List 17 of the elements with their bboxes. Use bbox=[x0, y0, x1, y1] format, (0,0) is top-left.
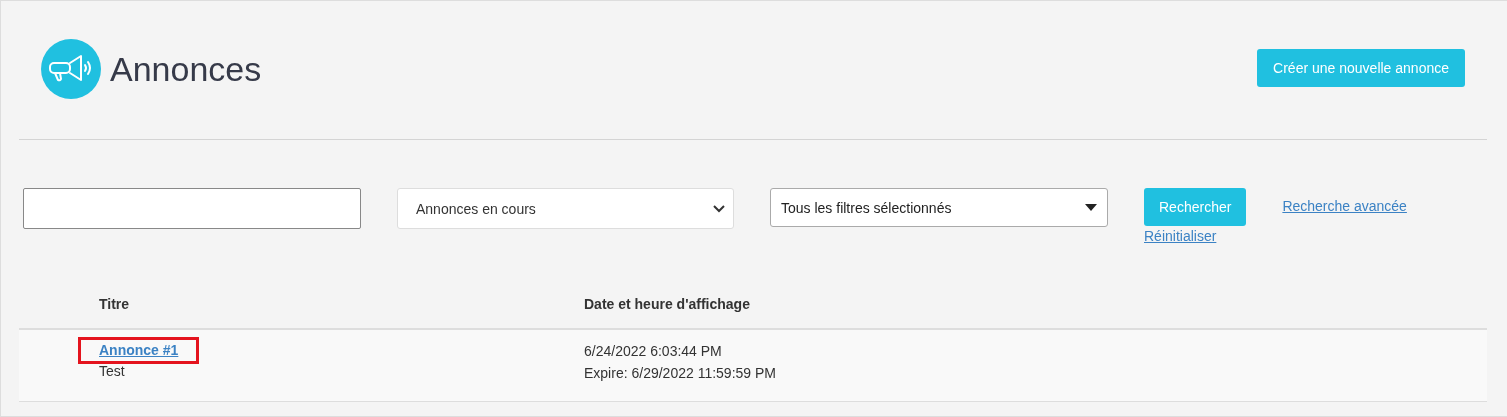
search-field[interactable] bbox=[23, 188, 361, 229]
column-header: Date et heure d'affichage bbox=[584, 296, 751, 312]
create-announcement-button[interactable]: Créer une nouvelle annonce bbox=[1257, 49, 1465, 87]
status-dropdown[interactable]: Annonces en cours bbox=[397, 188, 734, 229]
announcement-description: Test bbox=[99, 362, 125, 381]
megaphone-icon bbox=[41, 39, 101, 99]
announcement-link[interactable]: Annonce #1 bbox=[81, 340, 197, 361]
caret-down-icon bbox=[1085, 204, 1097, 211]
advanced-search-link[interactable]: Recherche avancée bbox=[1282, 198, 1407, 214]
posted-date: 6/24/2022 6:03:44 PM bbox=[584, 342, 722, 361]
filter-dropdown[interactable]: Tous les filtres sélectionnés bbox=[770, 188, 1108, 227]
chevron-down-icon bbox=[713, 204, 725, 213]
page-title: Annonces bbox=[110, 49, 262, 89]
expiry-date: Expire: 6/29/2022 11:59:59 PM bbox=[584, 364, 776, 383]
search-button[interactable]: Rechercher bbox=[1144, 188, 1247, 226]
column-header: Titre bbox=[98, 296, 131, 312]
reset-link[interactable]: Réinitialiser bbox=[1144, 228, 1247, 244]
